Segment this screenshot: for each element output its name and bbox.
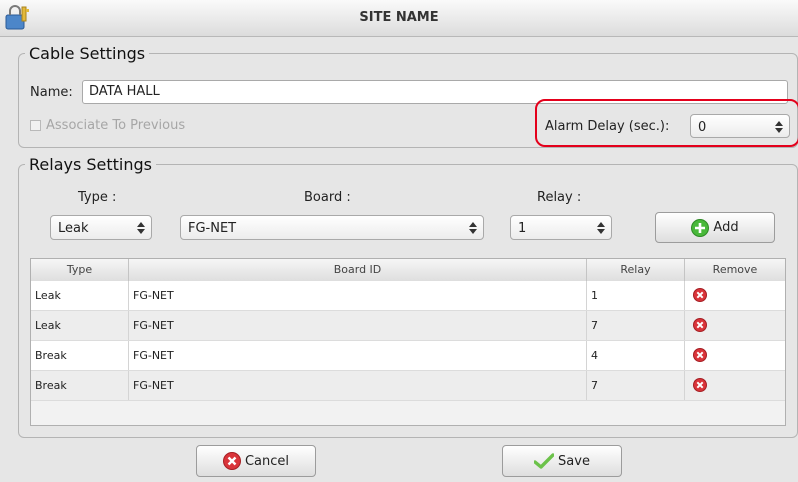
save-label: Save	[558, 453, 590, 469]
col-remove-header[interactable]: Remove	[685, 259, 785, 281]
cancel-label: Cancel	[244, 453, 290, 469]
table-header: Type Board ID Relay Remove	[31, 259, 785, 282]
remove-icon[interactable]	[693, 348, 707, 362]
cell-type: Break	[31, 341, 129, 370]
type-select[interactable]: Leak	[50, 215, 152, 240]
table-row[interactable]: Leak FG-NET 1	[31, 281, 785, 311]
col-board-id-header[interactable]: Board ID	[129, 259, 587, 281]
relay-label: Relay :	[537, 190, 582, 205]
cable-settings-legend: Cable Settings	[29, 44, 146, 63]
table-row[interactable]: Leak FG-NET 7	[31, 311, 785, 341]
cancel-icon	[222, 452, 241, 470]
cell-board-id: FG-NET	[129, 281, 587, 310]
cell-relay: 7	[587, 371, 685, 400]
cancel-button[interactable]: Cancel	[196, 445, 316, 477]
cell-board-id: FG-NET	[129, 371, 587, 400]
updown-arrows-icon	[597, 222, 605, 234]
updown-arrows-icon	[137, 222, 145, 234]
relays-table: Type Board ID Relay Remove Leak FG-NET 1…	[30, 258, 786, 426]
add-label: Add	[713, 220, 739, 235]
col-relay-header[interactable]: Relay	[587, 259, 685, 281]
col-type-header[interactable]: Type	[31, 259, 129, 281]
relays-settings-legend: Relays Settings	[29, 155, 153, 174]
checkbox-box[interactable]	[30, 120, 41, 131]
table-row[interactable]: Break FG-NET 7	[31, 371, 785, 401]
add-icon	[691, 218, 710, 237]
relay-select-value: 1	[518, 221, 527, 236]
table-row[interactable]: Break FG-NET 4	[31, 341, 785, 371]
associate-label: Associate To Previous	[46, 118, 186, 133]
cell-type: Leak	[31, 281, 129, 310]
cell-relay: 1	[587, 281, 685, 310]
type-label: Type :	[78, 190, 117, 205]
associate-to-previous-checkbox[interactable]: Associate To Previous	[30, 118, 185, 133]
cell-type: Leak	[31, 311, 129, 340]
alarm-delay-highlight	[535, 99, 798, 147]
window-title: SITE NAME	[359, 10, 439, 25]
remove-icon[interactable]	[693, 288, 707, 302]
cell-relay: 4	[587, 341, 685, 370]
cell-type: Break	[31, 371, 129, 400]
add-button[interactable]: Add	[655, 212, 775, 243]
save-button[interactable]: Save	[502, 445, 622, 477]
title-bar: SITE NAME	[0, 0, 798, 37]
checkmark-icon	[534, 453, 555, 469]
remove-icon[interactable]	[693, 378, 707, 392]
cell-relay: 7	[587, 311, 685, 340]
relay-select[interactable]: 1	[510, 215, 612, 240]
remove-icon[interactable]	[693, 318, 707, 332]
name-label: Name:	[30, 85, 73, 100]
board-select[interactable]: FG-NET	[180, 215, 484, 240]
cell-board-id: FG-NET	[129, 341, 587, 370]
updown-arrows-icon	[469, 222, 477, 234]
cell-board-id: FG-NET	[129, 311, 587, 340]
board-label: Board :	[304, 190, 351, 205]
type-select-value: Leak	[58, 221, 89, 236]
board-select-value: FG-NET	[188, 221, 237, 236]
